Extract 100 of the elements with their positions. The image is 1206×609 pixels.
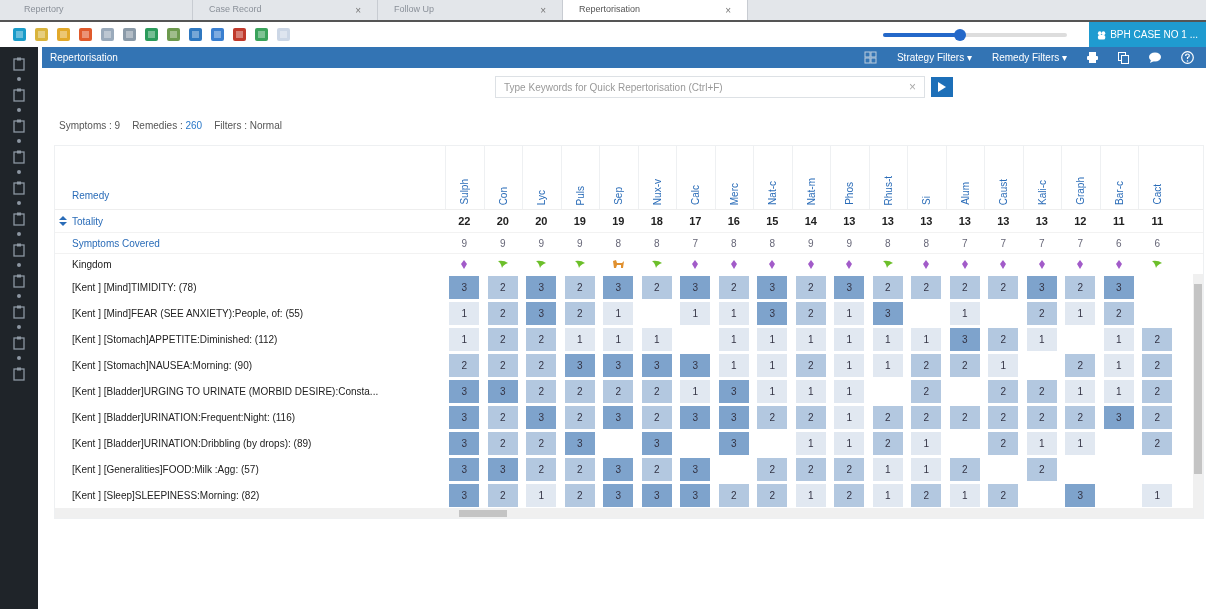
remedy-header[interactable]: Con (495, 186, 511, 205)
grade-cell: 1 (718, 353, 749, 377)
grade-cell: 1 (795, 379, 826, 403)
symptom-label[interactable]: [Kent ] [Generalities]FOOD:Milk :Agg: (57) (72, 464, 259, 475)
grade-cell: 2 (564, 483, 595, 507)
grade-cell: 2 (1026, 457, 1057, 481)
collapse-icon[interactable] (59, 216, 67, 226)
remedy-header[interactable]: Nat-m (803, 177, 819, 205)
clipboard-icon[interactable] (13, 243, 25, 257)
horizontal-scrollbar[interactable] (55, 508, 1203, 518)
grade-cell: 2 (526, 379, 557, 403)
grade-cell: 3 (872, 301, 903, 325)
remedy-header[interactable]: Nat-c (765, 181, 781, 205)
remedy-header[interactable]: Puls (572, 185, 588, 205)
totality-cell-text: 17 (688, 213, 703, 229)
grade-cell: 2 (795, 353, 826, 377)
filter-menu[interactable]: Strategy Filters ▾ (896, 50, 972, 65)
symptom-label[interactable]: [Kent ] [Stomach]NAUSEA:Morning: (90) (72, 360, 253, 371)
remedy-header[interactable]: Sep (611, 187, 627, 205)
grade-cell: 1 (911, 327, 942, 351)
clipboard-icon[interactable] (13, 150, 25, 164)
symptom-label[interactable]: [Kent ] [Mind]FEAR (SEE ANXIETY):People, of: (55) (72, 308, 304, 319)
symptom-label[interactable]: [Kent ] [Sleep]SLEEPINESS:Morning: (82) (72, 490, 260, 501)
toolbar-icon[interactable] (144, 27, 159, 42)
tab[interactable]: Repertorisation × (563, 0, 748, 20)
toolbar-icon[interactable] (12, 27, 27, 42)
remedy-header[interactable]: Cact (1150, 184, 1166, 205)
grade-cell: 2 (911, 483, 942, 507)
clipboard-icon[interactable] (13, 119, 25, 133)
filter-menu[interactable]: Remedy Filters ▾ (991, 50, 1067, 65)
symptom-label[interactable]: [Kent ] [Bladder]URGING TO URINATE (MORBID DESIRE):Consta... (72, 386, 379, 397)
grade-cell: 3 (757, 301, 788, 325)
grade-cell: 2 (1103, 301, 1134, 325)
grade-cell: 2 (1142, 379, 1173, 403)
grade-cell: 2 (564, 405, 595, 429)
remedy-header[interactable]: Lyc (534, 189, 550, 205)
grade-cell: 2 (487, 431, 518, 455)
totality-cell-text: 13 (919, 213, 934, 229)
remedy-header[interactable]: Graph (1073, 177, 1089, 205)
help-icon[interactable] (1181, 51, 1194, 64)
tab[interactable]: Case Record × (193, 0, 378, 20)
grade-cell: 3 (564, 353, 595, 377)
chat-icon[interactable] (1149, 52, 1161, 63)
covered-cell-text: 9 (845, 236, 854, 251)
grade-cell: 2 (526, 431, 557, 455)
remedy-header[interactable]: Caust (996, 178, 1012, 205)
close-icon[interactable]: × (355, 2, 361, 18)
toolbar-icon[interactable] (78, 27, 93, 42)
remedy-header[interactable]: Kali-c (1034, 180, 1050, 205)
symptom-label[interactable]: [Kent ] [Mind]TIMIDITY: (78) (72, 282, 197, 293)
print-icon[interactable] (1087, 52, 1098, 63)
remedy-header[interactable]: Sulph (457, 179, 473, 205)
symptom-label[interactable]: [Kent ] [Stomach]APPETITE:Diminished: (112) (72, 334, 278, 345)
case-button[interactable]: BPH CASE NO 1 ... (1089, 22, 1206, 47)
copy-icon[interactable] (1118, 51, 1129, 64)
close-icon[interactable]: × (725, 2, 731, 18)
clipboard-icon[interactable] (13, 274, 25, 288)
vertical-scrollbar[interactable] (1193, 274, 1203, 508)
grade-cell: 1 (1103, 379, 1134, 403)
covered-cell-text: 9 (575, 236, 584, 251)
clipboard-icon[interactable] (13, 212, 25, 226)
column-header: Remedy (72, 189, 110, 203)
grade-cell: 2 (487, 327, 518, 351)
remedy-header[interactable]: Phos (842, 182, 858, 205)
search-button[interactable] (931, 77, 953, 97)
grade-cell: 3 (603, 457, 634, 481)
grade-cell: 2 (988, 327, 1019, 351)
grade-cell: 1 (718, 301, 749, 325)
toolbar-icon[interactable] (232, 27, 247, 42)
grade-cell: 3 (680, 483, 711, 507)
remedy-header[interactable]: Alum (957, 182, 973, 205)
slider-thumb[interactable] (954, 28, 967, 41)
clipboard-icon[interactable] (13, 57, 25, 71)
toolbar-icon[interactable] (122, 27, 137, 42)
toolbar-icon[interactable] (166, 27, 181, 42)
totality-cell-text: 13 (1034, 213, 1049, 229)
grade-cell: 2 (1142, 327, 1173, 351)
toolbar-icon[interactable] (210, 27, 225, 42)
symptom-label[interactable]: [Kent ] [Bladder]URINATION:Frequent:Night: (116) (72, 412, 296, 423)
toolbar-icon[interactable] (254, 27, 269, 42)
grade-cell: 1 (449, 327, 480, 351)
remedy-header[interactable]: Nux-v (649, 178, 665, 205)
close-icon[interactable]: × (540, 2, 546, 18)
row-header: Kingdom (72, 259, 112, 270)
clipboard-icon[interactable] (13, 88, 25, 102)
toolbar-icon[interactable] (188, 27, 203, 42)
clipboard-icon[interactable] (13, 367, 25, 381)
covered-cell-text: 9 (806, 236, 815, 251)
remedy-header[interactable]: Calc (688, 185, 704, 205)
remedy-header[interactable]: Rhus-t (880, 175, 896, 205)
remedy-header[interactable]: Bar-c (1111, 181, 1127, 205)
clipboard-icon[interactable] (13, 305, 25, 319)
grade-cell: 2 (641, 275, 672, 299)
remedy-header[interactable]: Merc (726, 182, 742, 205)
clipboard-icon[interactable] (13, 336, 25, 350)
clipboard-icon[interactable] (13, 181, 25, 195)
grade-cell: 3 (834, 275, 865, 299)
remedy-header[interactable]: Si (919, 196, 935, 205)
symptom-label[interactable]: [Kent ] [Bladder]URINATION:Dribbling (by drops): (89) (72, 438, 312, 449)
grade-cell: 3 (718, 431, 749, 455)
